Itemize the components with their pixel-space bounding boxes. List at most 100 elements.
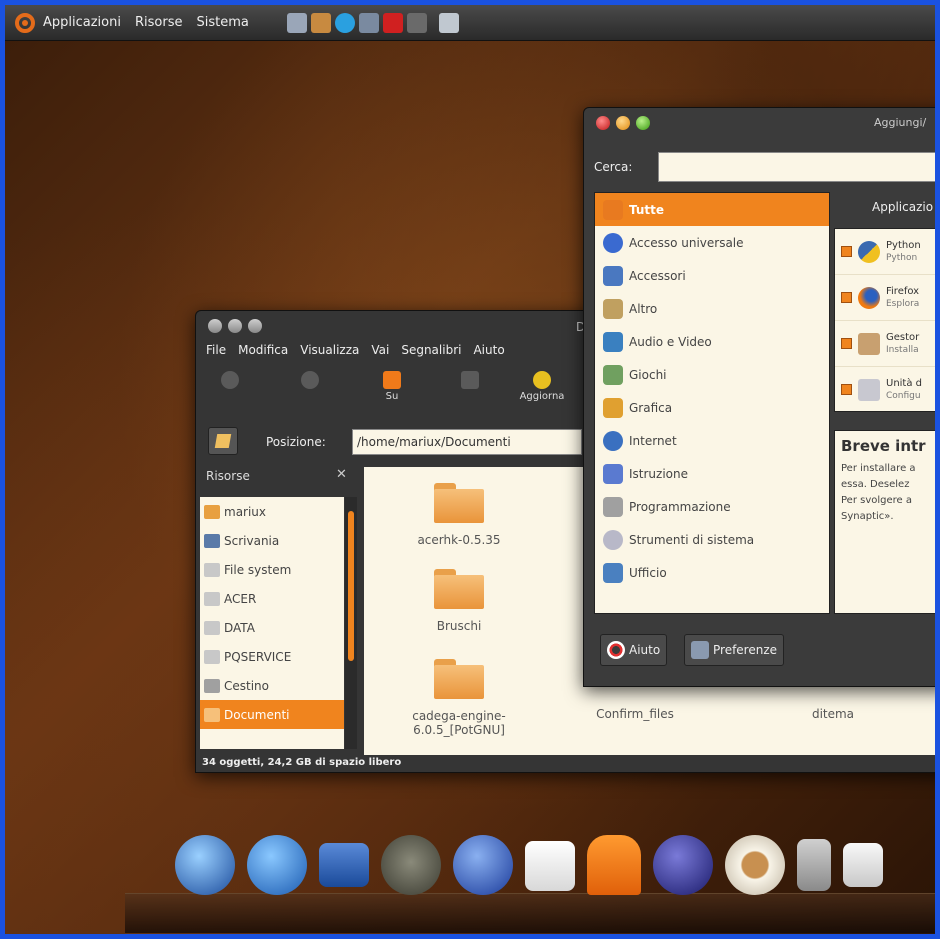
minimize-icon[interactable]: [228, 319, 242, 333]
category-other[interactable]: Altro: [595, 292, 829, 325]
back-button[interactable]: [200, 369, 260, 391]
category-internet[interactable]: Internet: [595, 424, 829, 457]
folder-item[interactable]: Confirm_files: [560, 707, 710, 721]
app-text: Gestor Installa: [886, 332, 919, 356]
trash-icon[interactable]: [438, 12, 459, 33]
app-subtitle: Python: [886, 252, 918, 263]
stop-button[interactable]: [440, 369, 500, 391]
description-line: Per installare a: [841, 463, 916, 474]
ubuntu-logo-icon[interactable]: [15, 12, 35, 33]
text-editor-icon[interactable]: [525, 841, 575, 891]
location-input[interactable]: [352, 429, 582, 455]
reload-button[interactable]: Aggiorna: [512, 369, 572, 402]
tool-icon[interactable]: [406, 12, 427, 33]
skype-icon[interactable]: [334, 12, 355, 33]
category-system-tools[interactable]: Strumenti di sistema: [595, 523, 829, 556]
applications-column-header[interactable]: Applicazio: [872, 200, 933, 214]
file-cabinet-icon[interactable]: [797, 839, 831, 891]
minimize-icon[interactable]: [616, 116, 630, 130]
menu-applicazioni[interactable]: Applicazioni: [43, 15, 121, 30]
menu-modifica[interactable]: Modifica: [238, 343, 288, 357]
office-icon: [603, 562, 623, 583]
close-icon[interactable]: [596, 116, 610, 130]
category-all[interactable]: Tutte: [595, 193, 829, 226]
desktop-icon: [204, 533, 220, 548]
preferences-icon: [691, 641, 709, 659]
place-desktop[interactable]: Scrivania: [200, 526, 344, 555]
scrollbar-thumb[interactable]: [348, 511, 354, 661]
menu-risorse[interactable]: Risorse: [135, 15, 183, 30]
menu-aiuto[interactable]: Aiuto: [473, 343, 504, 357]
coffee-cup-icon[interactable]: [725, 835, 785, 895]
up-button[interactable]: Su: [362, 369, 422, 402]
place-label: File system: [224, 562, 292, 577]
maximize-icon[interactable]: [248, 319, 262, 333]
users-icon[interactable]: [310, 12, 331, 33]
app-row[interactable]: Gestor Installa: [835, 321, 935, 367]
install-checkbox[interactable]: [841, 338, 852, 349]
place-home[interactable]: mariux: [200, 497, 344, 526]
app-row[interactable]: Python Python: [835, 229, 935, 275]
search-input[interactable]: [658, 152, 935, 182]
forward-button[interactable]: [280, 369, 340, 391]
place-filesystem[interactable]: File system: [200, 555, 344, 584]
place-trash[interactable]: Cestino: [200, 671, 344, 700]
download-globe-icon[interactable]: [247, 835, 307, 895]
screen-icon[interactable]: [358, 12, 379, 33]
place-acer[interactable]: ACER: [200, 584, 344, 613]
menu-vai[interactable]: Vai: [371, 343, 389, 357]
menu-file[interactable]: File: [206, 343, 226, 357]
app-row[interactable]: Firefox Esplora: [835, 275, 935, 321]
category-games[interactable]: Giochi: [595, 358, 829, 391]
programming-icon: [603, 496, 623, 517]
menubar: File Modifica Visualizza Vai Segnalibri …: [206, 343, 505, 357]
install-checkbox[interactable]: [841, 384, 852, 395]
dock: [175, 835, 883, 895]
side-scrollbar[interactable]: [345, 497, 357, 749]
install-checkbox[interactable]: [841, 246, 852, 257]
category-education[interactable]: Istruzione: [595, 457, 829, 490]
gimp-icon[interactable]: [381, 835, 441, 895]
menu-segnalibri[interactable]: Segnalibri: [401, 343, 461, 357]
wolf-icon[interactable]: [453, 835, 513, 895]
folder-label: ditema: [811, 707, 855, 721]
search-label: Cerca:: [594, 160, 633, 174]
place-pqservice[interactable]: PQSERVICE: [200, 642, 344, 671]
reload-icon: [533, 371, 551, 389]
category-programming[interactable]: Programmazione: [595, 490, 829, 523]
side-pane-header[interactable]: Risorse: [206, 469, 250, 483]
edit-location-button[interactable]: [208, 427, 238, 455]
media-icon[interactable]: [843, 843, 883, 887]
folder-item[interactable]: acerhk-0.5.35: [384, 483, 534, 547]
preferences-button[interactable]: Preferenze: [684, 634, 785, 666]
category-accessibility[interactable]: Accesso universale: [595, 226, 829, 259]
place-label: PQSERVICE: [224, 649, 292, 664]
pdf-icon[interactable]: [382, 12, 403, 33]
install-checkbox[interactable]: [841, 292, 852, 303]
vlc-icon[interactable]: [587, 835, 641, 895]
category-audio-video[interactable]: Audio e Video: [595, 325, 829, 358]
maximize-icon[interactable]: [636, 116, 650, 130]
close-icon[interactable]: [208, 319, 222, 333]
menu-visualizza[interactable]: Visualizza: [300, 343, 359, 357]
app-row[interactable]: Unità d Configu: [835, 367, 935, 411]
place-data[interactable]: DATA: [200, 613, 344, 642]
place-documents[interactable]: Documenti: [200, 700, 344, 729]
printer-icon[interactable]: [286, 12, 307, 33]
back-arrow-icon: [221, 371, 239, 389]
printer-icon[interactable]: [319, 843, 369, 887]
side-pane-close-button[interactable]: ✕: [336, 467, 347, 482]
satellite-icon[interactable]: [175, 835, 235, 895]
category-office[interactable]: Ufficio: [595, 556, 829, 589]
application-pane: Applicazio Python Python Firefox Esplora G…: [834, 192, 935, 422]
eclipse-icon[interactable]: [653, 835, 713, 895]
drive-icon: [204, 562, 220, 577]
folder-item[interactable]: ditema: [758, 707, 908, 721]
folder-label: Bruschi: [436, 619, 482, 633]
category-accessories[interactable]: Accessori: [595, 259, 829, 292]
category-graphics[interactable]: Grafica: [595, 391, 829, 424]
folder-item[interactable]: cadega-engine-6.0.5_[PotGNU]: [384, 659, 534, 737]
folder-item[interactable]: Bruschi: [384, 569, 534, 633]
help-button[interactable]: Aiuto: [600, 634, 668, 666]
menu-sistema[interactable]: Sistema: [196, 15, 248, 30]
